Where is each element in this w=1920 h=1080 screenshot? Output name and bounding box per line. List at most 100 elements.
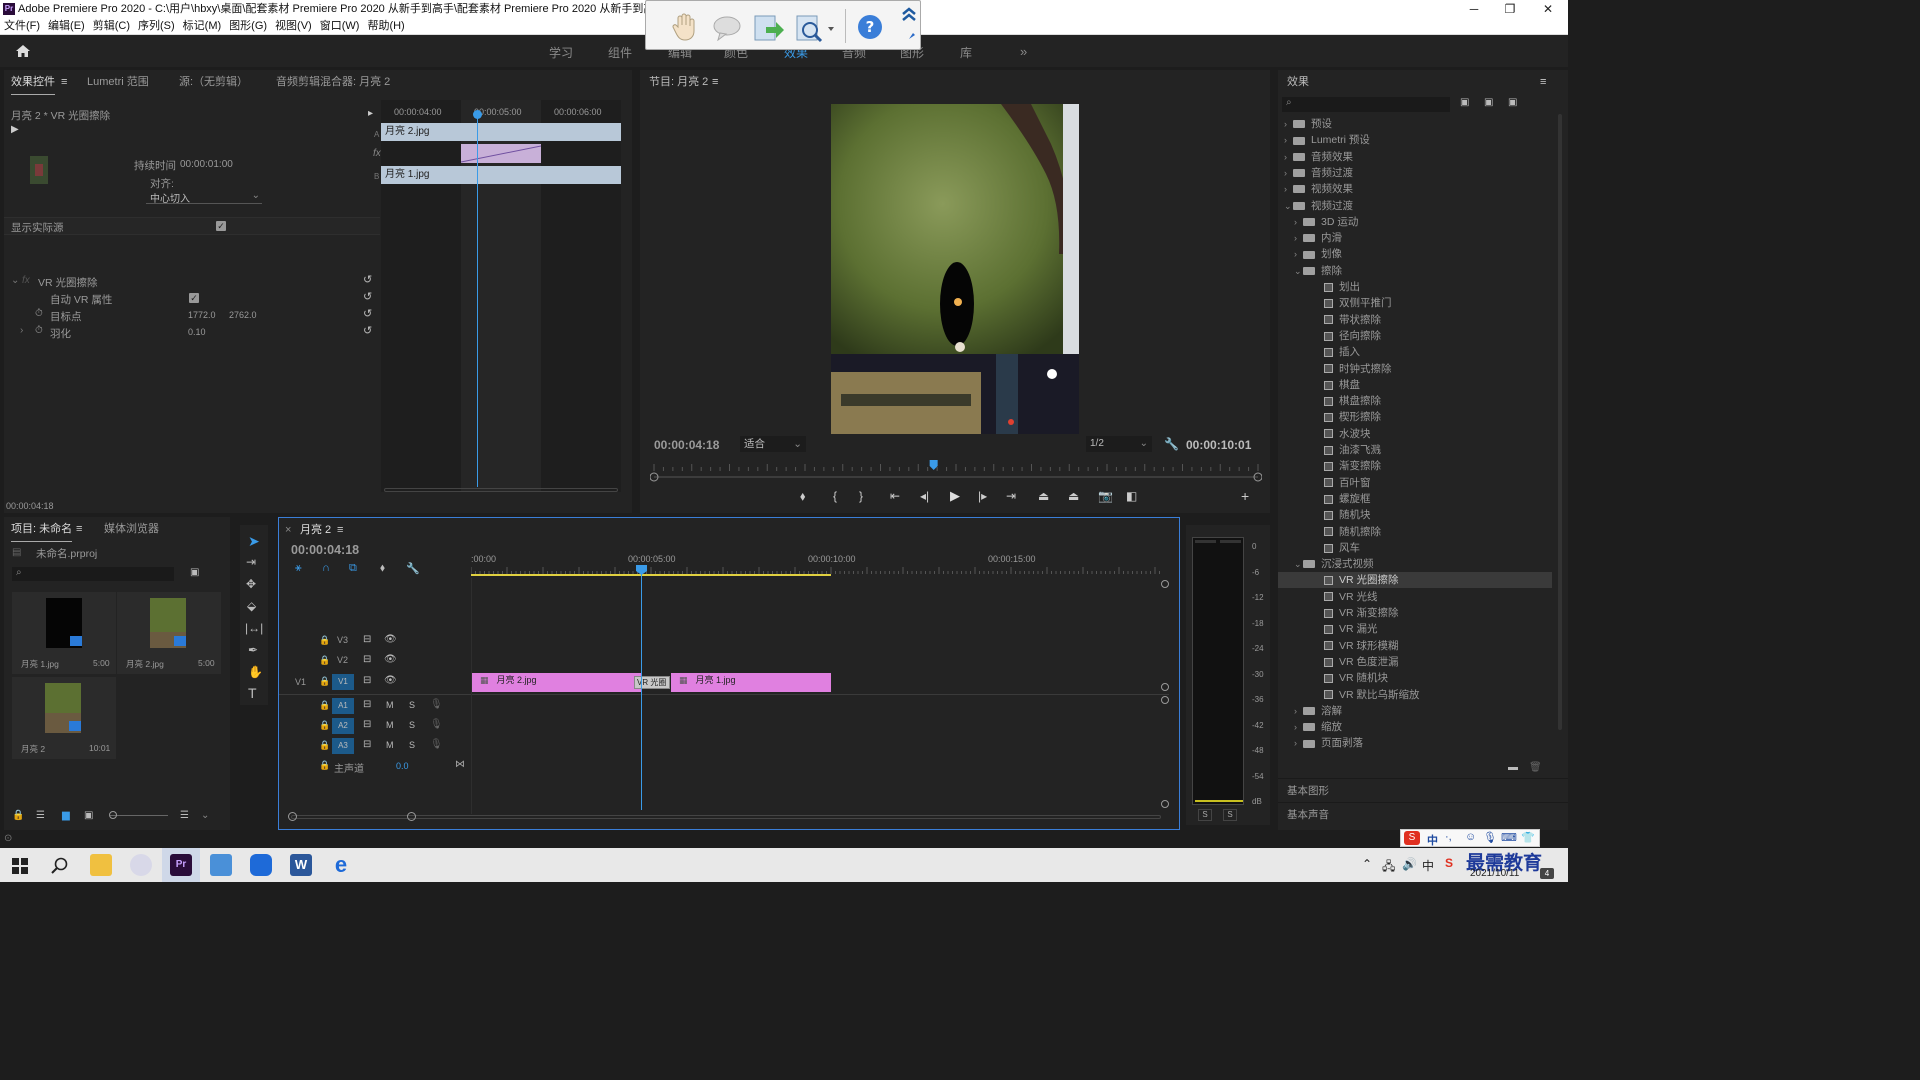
work-area-bar[interactable] (471, 574, 831, 576)
transition-clip[interactable]: VR 光圈 (634, 676, 670, 689)
effect-item[interactable]: 百叶窗 (1278, 475, 1552, 491)
lock-icon[interactable]: 🔒 (319, 760, 330, 771)
chevron-right-icon[interactable]: › (1284, 181, 1293, 197)
tab-project[interactable]: 项目: 未命名 (11, 517, 73, 542)
effect-item[interactable]: VR 随机块 (1278, 670, 1552, 686)
feather-value[interactable]: 0.10 (188, 327, 206, 337)
menu-sequence[interactable]: 序列(S) (134, 18, 179, 35)
track-select-tool-icon[interactable]: ⇥ (246, 555, 256, 569)
sogou-icon[interactable]: S (1404, 831, 1420, 845)
accelerated-effects-icon[interactable]: ▣ (1460, 97, 1469, 108)
source-patch[interactable]: V1 (295, 677, 306, 687)
effect-item[interactable]: VR 漏光 (1278, 621, 1552, 637)
solo-button[interactable]: S (409, 740, 415, 750)
effect-item[interactable]: 棋盘 (1278, 377, 1552, 393)
solo-button[interactable]: S (409, 720, 415, 730)
basic-sound-tab[interactable]: 基本声音 (1287, 807, 1329, 822)
home-icon[interactable] (15, 44, 31, 58)
project-item[interactable]: 月亮 2.jpg 5:00 (117, 592, 221, 674)
tab-source[interactable]: 源:（无剪辑） (179, 70, 248, 94)
microphone-icon[interactable]: 🎙 (430, 719, 443, 730)
vertical-zoom-handle[interactable] (1161, 800, 1169, 808)
panel-menu-icon[interactable]: ≡ (61, 70, 67, 94)
transition-bar[interactable] (461, 144, 541, 163)
solo-left-button[interactable]: S (1198, 809, 1212, 821)
compare-view-icon[interactable]: ◧ (1126, 489, 1137, 503)
reset-icon[interactable]: ↺ (363, 290, 372, 303)
chevron-right-icon[interactable]: › (1294, 703, 1303, 719)
sync-lock-icon[interactable]: ⊟ (363, 654, 371, 665)
effect-controls-timecode[interactable]: 00:00:04:18 (6, 501, 54, 511)
chevron-right-icon[interactable]: › (1294, 230, 1303, 246)
solo-button[interactable]: S (409, 700, 415, 710)
maximize-button[interactable]: ❐ (1492, 0, 1528, 18)
effects-search-input[interactable]: ⌕ (1282, 97, 1450, 112)
scroll-handle-right[interactable] (407, 812, 416, 821)
chevron-right-icon[interactable]: › (1284, 132, 1293, 148)
project-item[interactable]: 月亮 1.jpg 5:00 (12, 592, 116, 674)
step-forward-icon[interactable]: |▸ (978, 489, 987, 503)
linked-selection-icon[interactable]: ⧉ (349, 562, 357, 575)
pen-tool-icon[interactable]: ✒ (248, 643, 258, 657)
freeform-view-icon[interactable]: ▣ (84, 810, 93, 821)
eye-icon[interactable]: 👁 (384, 654, 397, 665)
effect-item[interactable]: 随机擦除 (1278, 524, 1552, 540)
effect-item[interactable]: 楔形擦除 (1278, 409, 1552, 425)
icon-view-icon[interactable]: ▆ (62, 810, 70, 821)
sync-lock-icon[interactable]: ⊟ (363, 719, 371, 730)
lock-icon[interactable]: 🔒 (319, 740, 330, 751)
chevron-down-icon[interactable]: ⌄ (201, 810, 209, 821)
solo-right-button[interactable]: S (1223, 809, 1237, 821)
zoom-slider[interactable] (110, 815, 168, 816)
word-icon[interactable]: W (290, 854, 312, 876)
menu-window[interactable]: 窗口(W) (316, 18, 364, 35)
lock-icon[interactable]: 🔒 (12, 810, 24, 821)
effects-folder[interactable]: › 溶解 (1278, 703, 1552, 719)
vertical-zoom-handle[interactable] (1161, 683, 1169, 691)
tab-effect-controls[interactable]: 效果控件 (11, 70, 55, 95)
effects-folder[interactable]: › 划像 (1278, 246, 1552, 262)
edge-icon[interactable]: e (330, 854, 352, 876)
sync-lock-icon[interactable]: ⊟ (363, 739, 371, 750)
effect-item[interactable]: 插入 (1278, 344, 1552, 360)
lift-icon[interactable]: ⏏ (1038, 489, 1049, 503)
effects-folder[interactable]: › 内滑 (1278, 230, 1552, 246)
collapse-effect-icon[interactable]: ⌄ (11, 275, 19, 286)
stopwatch-icon[interactable]: ⏱ (35, 325, 43, 336)
search-icon[interactable] (51, 857, 69, 875)
wrench-icon[interactable]: 🔧 (406, 562, 420, 575)
ime-chinese-icon[interactable]: 中 (1427, 832, 1438, 848)
sync-lock-icon[interactable]: ⊟ (363, 675, 371, 686)
new-bin-icon[interactable]: ▣ (190, 567, 199, 578)
playhead-handle[interactable] (473, 110, 482, 119)
effects-folder[interactable]: › 预设 (1278, 116, 1552, 132)
expand-feather-icon[interactable]: › (20, 325, 23, 336)
hand-tool-icon[interactable]: ✋ (248, 665, 263, 679)
effect-item[interactable]: VR 光线 (1278, 589, 1552, 605)
volume-icon[interactable]: 🔊 (1402, 857, 1417, 871)
effects-folder[interactable]: › Lumetri 预设 (1278, 132, 1552, 148)
lock-icon[interactable]: 🔒 (319, 676, 330, 687)
menu-file[interactable]: 文件(F) (0, 18, 44, 35)
panel-menu-icon[interactable]: ≡ (76, 517, 82, 541)
basic-graphics-tab[interactable]: 基本图形 (1287, 783, 1329, 798)
collapse-up-icon[interactable] (900, 5, 918, 23)
zoom-document-icon[interactable] (794, 13, 836, 45)
effect-item[interactable]: 径向擦除 (1278, 328, 1552, 344)
effects-folder[interactable]: › 音频过渡 (1278, 165, 1552, 181)
effect-item[interactable]: VR 渐变擦除 (1278, 605, 1552, 621)
alignment-dropdown[interactable]: 中心切入 ⌄ (146, 190, 262, 205)
close-window-button[interactable]: ✕ (1530, 0, 1566, 18)
panel-menu-icon[interactable]: ≡ (712, 70, 718, 94)
tab-sequence[interactable]: 月亮 2 (300, 518, 331, 542)
menu-clip[interactable]: 剪辑(C) (89, 18, 134, 35)
effect-item[interactable]: 划出 (1278, 279, 1552, 295)
razor-tool-icon[interactable]: ⬙ (247, 599, 256, 613)
effects-folder[interactable]: › 页面剥落 (1278, 735, 1552, 751)
effects-folder[interactable]: › 3D 运动 (1278, 214, 1552, 230)
sync-lock-icon[interactable]: ⊟ (363, 634, 371, 645)
photos-icon[interactable] (210, 854, 232, 876)
effects-folder[interactable]: ⌄ 沉浸式视频 (1278, 556, 1552, 572)
menu-graphics[interactable]: 图形(G) (225, 18, 271, 35)
add-marker-icon[interactable]: ⬧ (380, 562, 385, 575)
